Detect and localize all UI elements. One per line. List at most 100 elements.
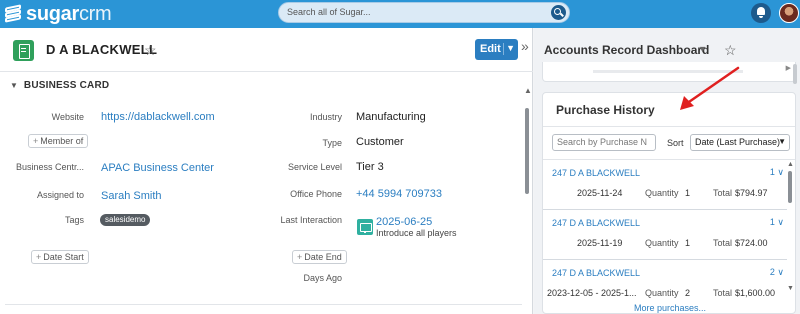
record-view-pane: D A BLACKWELL ☆ Edit ▼ » ▼ BUSINESS CARD… [0,28,533,314]
purchase-history-title: Purchase History [556,103,655,117]
purchase-search-input[interactable]: Search by Purchase N [552,134,656,151]
purchase-count: 1 [769,217,775,227]
office-phone-link[interactable]: +44 5994 709733 [356,188,442,200]
sort-label: Sort [667,138,684,148]
purchase-name-link[interactable]: 247 D A BLACKWELL [552,168,640,178]
purchase-name-link[interactable]: 247 D A BLACKWELL [552,218,640,228]
chevron-down-icon[interactable]: ▼ [698,44,707,54]
purchase-count-toggle[interactable]: 1 ∨ [770,167,784,178]
last-interaction-label: Last Interaction [280,215,342,225]
dashboard-title[interactable]: Accounts Record Dashboard [544,43,709,57]
plus-icon: + [33,136,39,146]
chevron-down-icon: ▼ [10,81,18,90]
user-avatar[interactable] [779,3,799,23]
sugarcrm-logo[interactable]: sugarcrm [4,2,112,26]
total-label: Total [713,288,733,298]
favorite-star-icon[interactable]: ☆ [144,43,157,57]
record-header: D A BLACKWELL ☆ Edit ▼ » [0,28,533,72]
purchase-date: 2023-12-05 - 2025-1... [547,288,637,298]
purchase-name-link[interactable]: 247 D A BLACKWELL [552,268,640,278]
purchase-count-toggle[interactable]: 1 ∨ [770,217,784,228]
sort-select-value: Date (Last Purchase) [695,137,781,147]
industry-value: Manufacturing [356,111,426,123]
section-title: BUSINESS CARD [23,80,110,91]
plus-icon: + [36,252,42,262]
tag-badge[interactable]: salesidemo [100,214,151,226]
office-phone-label: Office Phone [290,189,342,199]
total-value: $1,600.00 [735,288,776,298]
scroll-up-arrow-icon[interactable]: ▲ [787,161,794,168]
business-center-label: Business Centr... [15,162,84,172]
account-module-icon [13,40,34,61]
plus-icon: + [297,252,303,262]
chevron-down-icon: ∨ [777,267,784,277]
purchase-count-toggle[interactable]: 2 ∨ [770,267,784,278]
quantity-value: 1 [685,188,691,198]
favorite-star-icon[interactable]: ☆ [724,43,737,57]
search-icon[interactable] [551,5,566,20]
previous-dashlet-bottom: ▶ [542,62,796,82]
chevron-down-icon: ▼ [778,137,786,146]
global-search-input[interactable]: Search all of Sugar... [278,2,570,23]
assigned-to-link[interactable]: Sarah Smith [101,190,162,202]
logo-text: sugarcrm [26,3,112,25]
type-label: Type [322,138,342,148]
quantity-value: 2 [685,288,691,298]
industry-label: Industry [309,112,342,122]
edit-button[interactable]: Edit ▼ [475,39,518,60]
date-end-label: Date End [304,252,342,262]
assigned-to-label: Assigned to [36,190,84,200]
total-value: $794.97 [735,188,768,198]
last-interaction-date-link[interactable]: 2025-06-25 [376,216,432,228]
last-interaction-subject: Introduce all players [376,228,457,238]
annotation-arrow-icon [680,66,740,110]
total-label: Total [713,238,733,248]
notifications-bell-icon[interactable] [751,3,771,23]
service-level-value: Tier 3 [356,161,384,173]
collapse-pane-icon[interactable]: » [521,38,529,54]
quantity-value: 1 [685,238,691,248]
date-start-label: Date Start [43,252,84,262]
purchase-row[interactable]: 247 D A BLACKWELL 1 ∨ 2025-11-24 Quantit… [543,160,787,210]
logo-icon [4,4,22,23]
dashboard-scrollbar[interactable] [793,64,797,84]
scroll-down-arrow-icon[interactable]: ▼ [787,285,794,292]
purchase-count: 2 [769,267,775,277]
chevron-down-icon: ∨ [777,217,784,227]
purchase-count: 1 [769,167,775,177]
more-purchases-link[interactable]: More purchases... [543,303,795,313]
scroll-up-arrow-icon[interactable]: ▲ [524,86,532,95]
purchase-history-dashlet: Purchase History Search by Purchase N So… [542,92,796,314]
global-search-placeholder: Search all of Sugar... [287,7,371,17]
record-scrollbar[interactable] [525,108,529,194]
scroll-right-arrow-icon[interactable]: ▶ [786,64,791,72]
website-link[interactable]: https://dablackwell.com [101,111,215,123]
business-card-section-header[interactable]: ▼ BUSINESS CARD [10,80,109,91]
meeting-icon [357,219,373,235]
tags-label: Tags [64,215,84,225]
service-level-label: Service Level [287,162,342,172]
purchase-list-scrollbar[interactable] [788,171,792,203]
purchase-date: 2025-11-24 [577,188,623,198]
sort-select[interactable]: Date (Last Purchase) ▼ [690,134,790,151]
member-of-add-button[interactable]: + Member of [28,134,89,148]
chevron-down-icon: ∨ [777,167,784,177]
member-of-label: Member of [40,136,84,146]
date-start-add-button[interactable]: + Date Start [31,250,89,264]
divider [543,126,795,127]
purchase-row[interactable]: 247 D A BLACKWELL 1 ∨ 2025-11-19 Quantit… [543,210,787,260]
business-center-link[interactable]: APAC Business Center [101,162,214,174]
website-label: Website [51,112,84,122]
quantity-label: Quantity [645,238,679,248]
total-label: Total [713,188,733,198]
purchase-date: 2025-11-19 [577,238,623,248]
date-end-add-button[interactable]: + Date End [292,250,347,264]
section-divider [5,304,522,305]
quantity-label: Quantity [645,188,679,198]
chevron-down-icon[interactable]: ▼ [503,43,515,55]
total-value: $724.00 [735,238,768,248]
record-title: D A BLACKWELL [46,42,158,57]
top-navigation-bar: sugarcrm Search all of Sugar... [0,0,800,28]
days-ago-label: Days Ago [303,273,342,283]
edit-button-label: Edit [480,43,501,55]
